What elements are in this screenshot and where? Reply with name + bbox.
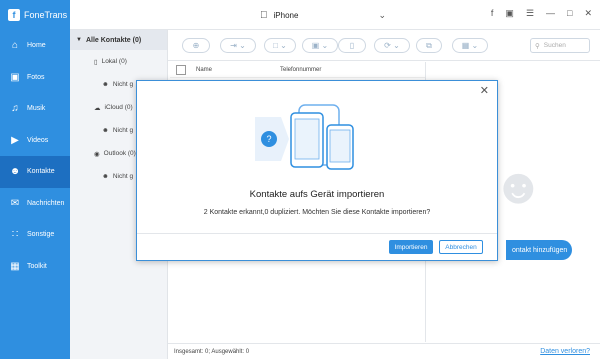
import-dialog: ✕ ? Kontakte aufs Gerät importieren 2 Ko… (136, 80, 498, 261)
toolbar: ⊕ ⇥ ⌄ □ ⌄ ▣ ⌄ ▯ ⟳ ⌄ ⧉ ▦ ⌄ ⚲ Suchen (168, 30, 600, 61)
fonetrans-logo-icon: f (8, 9, 20, 21)
sidebar-item-label: Sonstige (27, 231, 55, 239)
plus-icon: ⊕ (192, 41, 200, 50)
tree-group-label: Outlook (0) (103, 150, 136, 157)
person-icon: ☻ (102, 127, 109, 134)
sidebar-item-label: Kontakte (27, 168, 55, 176)
home-icon: ⌂ (11, 40, 19, 52)
caret-down-icon: ▼ (76, 37, 82, 43)
phone-icon: ▯ (94, 58, 98, 66)
toolbox-button[interactable]: ▦ ⌄ (452, 38, 488, 53)
search-icon: ⚲ (535, 42, 540, 50)
window-controls: f ▣ ☰ — □ ✕ (491, 8, 592, 19)
contacts-icon: ☻ (9, 166, 21, 178)
sidebar: ⌂ Home ▣ Fotos ♫ Musik ▶ Videos ☻ Kontak… (0, 30, 70, 359)
device-button[interactable]: ▯ (338, 38, 366, 53)
sidebar-item-videos[interactable]: ▶ Videos (0, 125, 70, 157)
chevron-down-icon: ⌄ (378, 9, 386, 20)
contact-list-header: Name Telefonnummer (170, 62, 425, 78)
photo-icon: ▣ (10, 71, 20, 83)
menu-icon[interactable]: ☰ (526, 8, 534, 19)
feedback-icon[interactable]: ▣ (505, 8, 514, 19)
music-icon: ♫ (11, 103, 19, 115)
close-icon[interactable]: ✕ (480, 84, 489, 97)
tree-header-label: Alle Kontakte (0) (85, 36, 142, 44)
other-icon: ∷ (11, 229, 19, 241)
video-icon: ▶ (11, 134, 19, 146)
sidebar-item-home[interactable]: ⌂ Home (0, 30, 70, 62)
sidebar-item-fotos[interactable]: ▣ Fotos (0, 62, 70, 94)
export-button[interactable]: □ ⌄ (264, 38, 296, 53)
sync-button[interactable]: ⟳ ⌄ (374, 38, 410, 53)
toolbox-icon: ▦ ⌄ (461, 41, 479, 50)
app-title: FoneTrans (24, 10, 68, 20)
tree-header-all-contacts[interactable]: ▼ Alle Kontakte (0) (70, 30, 167, 50)
sidebar-item-musik[interactable]: ♫ Musik (0, 93, 70, 125)
app-logo: f FoneTrans (0, 0, 70, 30)
outlook-icon: ◉ (94, 150, 100, 158)
column-name: Name (196, 66, 213, 73)
tree-subitem-label: Nicht g (112, 173, 134, 180)
search-placeholder: Suchen (543, 42, 566, 49)
data-lost-link[interactable]: Daten verloren? (540, 348, 590, 355)
import-button[interactable]: ⇥ ⌄ (220, 38, 256, 53)
backup-button[interactable]: ▣ ⌄ (302, 38, 338, 53)
add-button[interactable]: ⊕ (182, 38, 210, 53)
cancel-button[interactable]: Abbrechen (439, 240, 483, 254)
sidebar-item-label: Musik (27, 105, 46, 113)
sidebar-item-nachrichten[interactable]: ✉ Nachrichten (0, 188, 70, 220)
sidebar-item-toolkit[interactable]: ▦ Toolkit (0, 251, 70, 283)
duplicate-button[interactable]: ⧉ (416, 38, 442, 53)
dialog-message: 2 Kontakte erkannt,0 dupliziert. Möchten… (203, 209, 431, 216)
import-icon: ⇥ ⌄ (230, 41, 246, 50)
messages-icon: ✉ (10, 197, 20, 209)
column-phone: Telefonnummer (280, 66, 322, 73)
backup-icon: ▣ ⌄ (311, 41, 329, 50)
device-name: iPhone (266, 10, 299, 20)
device-selector[interactable]:  iPhone ⌄ (246, 6, 386, 24)
apple-icon:  (260, 10, 268, 21)
sidebar-item-label: Toolkit (27, 262, 47, 270)
tree-group-label: Lokal (0) (101, 58, 127, 65)
refresh-icon: ⟳ ⌄ (384, 41, 400, 50)
status-bar: Insgesamt: 0; Ausgewählt: 0 Daten verlor… (168, 343, 600, 359)
maximize-icon[interactable]: □ (567, 8, 572, 19)
sidebar-item-kontakte[interactable]: ☻ Kontakte (0, 156, 70, 188)
device-icon: ▯ (349, 41, 355, 50)
tree-group-lokal[interactable]: ▯ Lokal (0) (70, 50, 167, 73)
tree-group-label: iCloud (0) (104, 104, 133, 111)
cloud-icon: ☁ (94, 104, 101, 112)
contacts-placeholder-icon: ☻ (492, 158, 545, 214)
dialog-title: Kontakte aufs Gerät importieren (249, 189, 385, 200)
svg-text:?: ? (266, 134, 271, 144)
status-summary: Insgesamt: 0; Ausgewählt: 0 (174, 348, 250, 355)
divider (137, 233, 497, 234)
facebook-icon[interactable]: f (491, 8, 494, 19)
minimize-icon[interactable]: — (546, 8, 555, 19)
sidebar-item-label: Fotos (27, 73, 45, 81)
person-icon: ☻ (102, 173, 109, 180)
tree-subitem-label: Nicht g (112, 81, 134, 88)
sidebar-item-label: Nachrichten (27, 199, 65, 207)
select-all-checkbox[interactable] (176, 64, 186, 75)
export-icon: □ ⌄ (273, 41, 287, 50)
title-bar: f FoneTrans  iPhone ⌄ f ▣ ☰ — □ ✕ (0, 0, 600, 30)
import-devices-illustration: ? (255, 104, 354, 170)
close-icon[interactable]: ✕ (584, 8, 592, 19)
import-button[interactable]: Importieren (389, 240, 433, 254)
toolkit-icon: ▦ (10, 260, 20, 272)
sidebar-item-sonstige[interactable]: ∷ Sonstige (0, 219, 70, 251)
search-input[interactable]: ⚲ Suchen (530, 38, 590, 53)
sidebar-item-label: Videos (27, 136, 49, 144)
add-contact-button[interactable]: ontakt hinzufügen (506, 240, 572, 260)
person-icon: ☻ (102, 81, 109, 88)
copy-icon: ⧉ (426, 40, 432, 50)
sidebar-item-label: Home (27, 42, 46, 50)
tree-subitem-label: Nicht g (112, 127, 134, 134)
